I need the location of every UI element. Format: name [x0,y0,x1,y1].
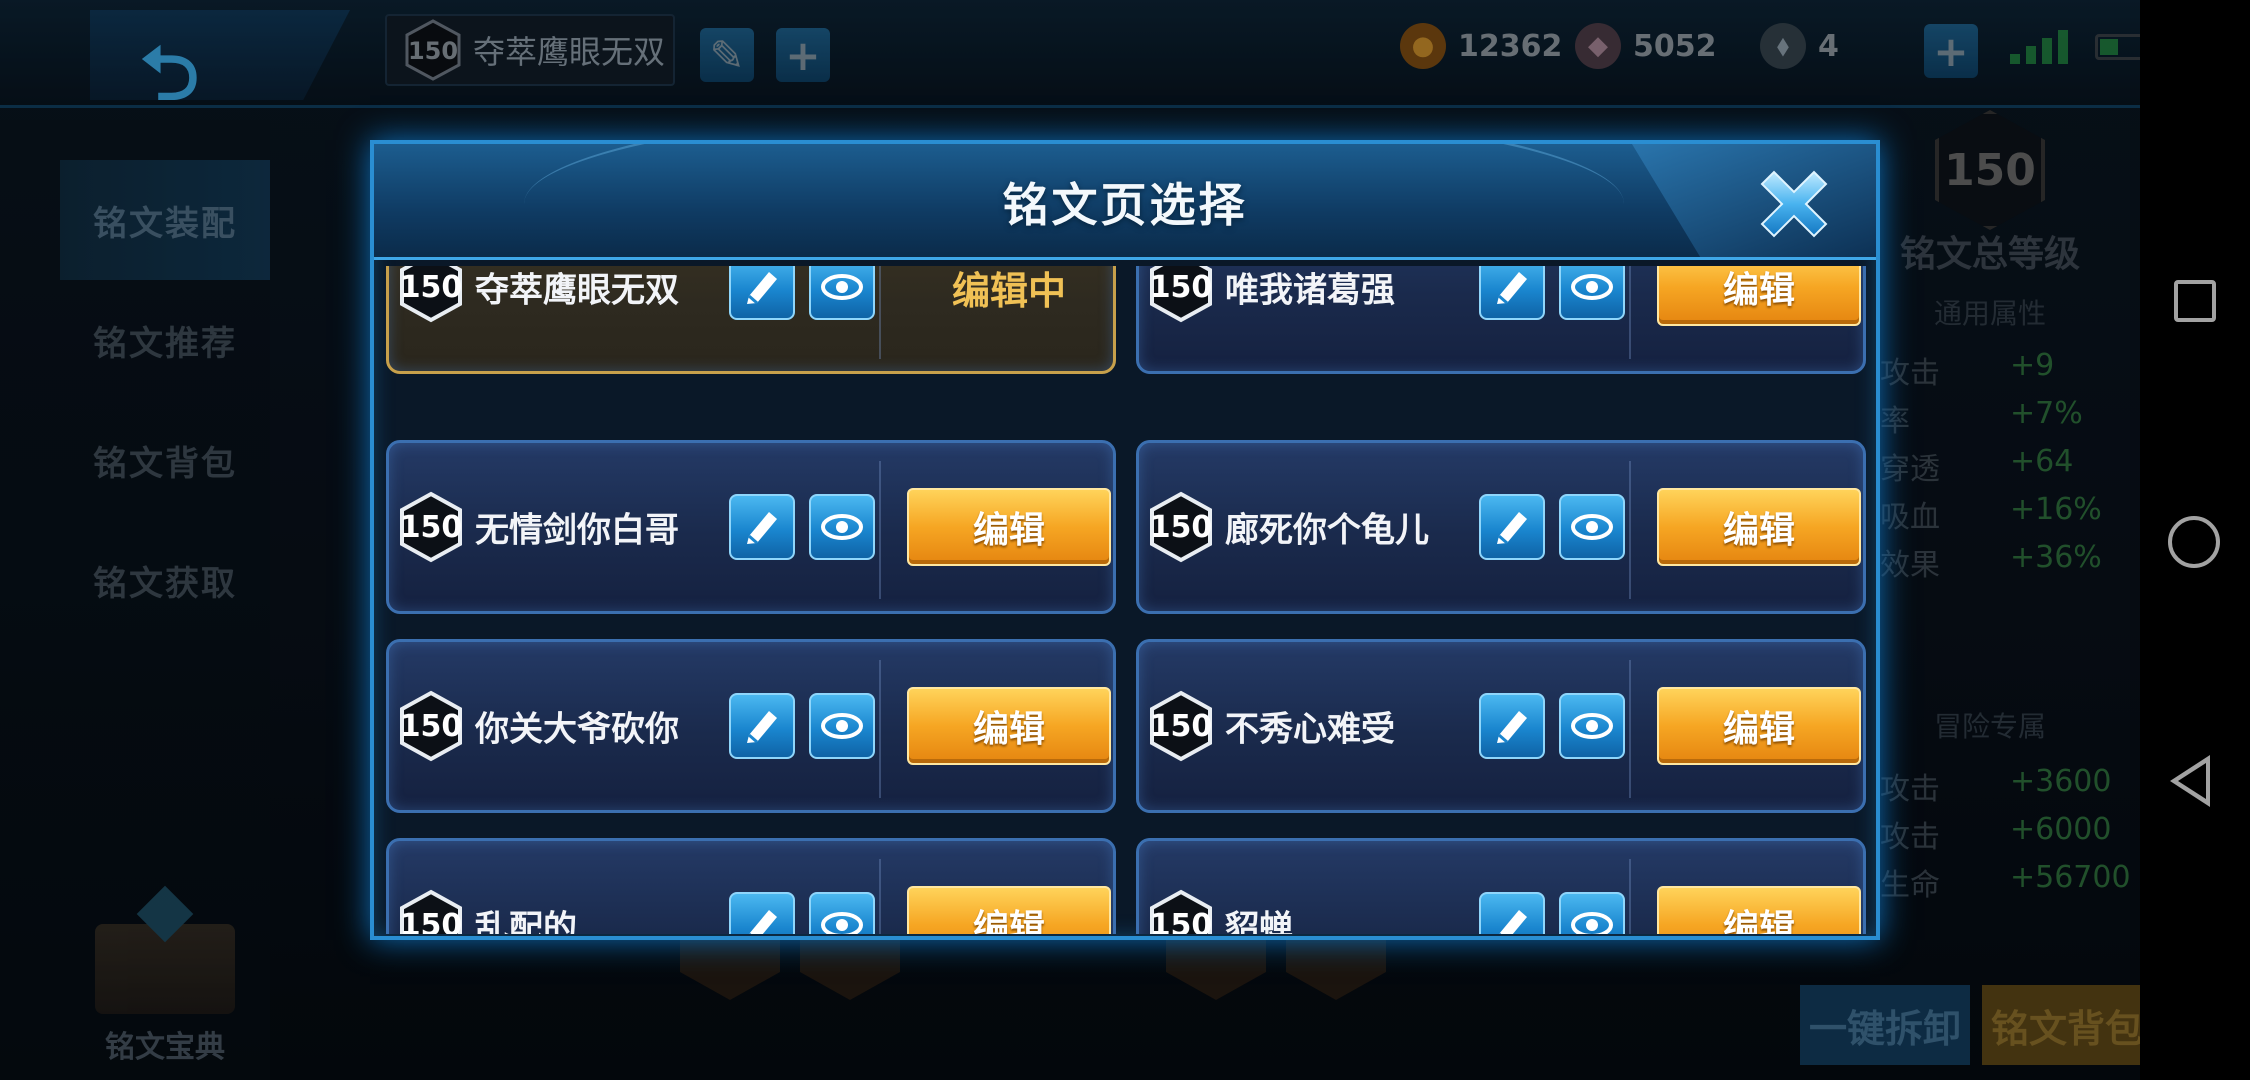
rune-page-name: 貂蝉 [1225,908,1293,935]
level-hex-icon: 150 [1149,491,1213,563]
eye-icon [821,514,863,540]
level-hex-icon: 150 [1149,690,1213,762]
pencil-icon [1497,711,1527,744]
eye-icon [821,274,863,300]
eye-icon [1571,274,1613,300]
rune-page-card[interactable]: 150 你关大爷砍你 编辑 [386,639,1116,813]
edit-button[interactable]: 编辑 [1657,488,1861,566]
rune-page-name: 乱配的 [475,908,577,935]
rune-page-name: 无情剑你白哥 [475,510,679,551]
preview-button[interactable] [1559,266,1625,320]
rune-page-name: 夺萃鹰眼无双 [475,270,679,311]
eye-icon [821,912,863,934]
pencil-icon [1497,272,1527,305]
level-hex-icon: 150 [399,491,463,563]
edit-button[interactable]: 编辑 [907,687,1111,765]
rune-page-card[interactable]: 150 无情剑你白哥 编辑 [386,440,1116,614]
level-hex-icon: 150 [1149,266,1213,323]
rename-button[interactable] [729,693,795,759]
rename-button[interactable] [1479,693,1545,759]
close-button[interactable] [1744,154,1844,254]
rune-page-name: 你关大爷砍你 [475,709,679,750]
rename-button[interactable] [1479,494,1545,560]
rename-button[interactable] [729,494,795,560]
rename-button[interactable] [729,266,795,320]
preview-button[interactable] [809,892,875,934]
edit-button[interactable]: 编辑 [907,886,1111,934]
editing-status: 编辑中 [951,268,1066,313]
rune-page-name: 廊死你个龟儿 [1225,510,1429,551]
pencil-icon [1497,512,1527,545]
level-hex-icon: 150 [399,266,463,323]
preview-button[interactable] [809,266,875,320]
close-icon [1760,170,1828,238]
preview-button[interactable] [1559,494,1625,560]
level-hex-icon: 150 [399,889,463,934]
rune-page-card[interactable]: 150 乱配的 编辑 [386,838,1116,934]
eye-icon [1571,514,1613,540]
rune-page-card[interactable]: 150 唯我诸葛强 编辑 [1136,266,1866,374]
rune-page-list: 150 夺萃鹰眼无双 编辑中 150 唯我诸葛强 编辑 150 无情剑你白哥 编… [386,266,1866,934]
preview-button[interactable] [809,693,875,759]
level-hex-icon: 150 [1149,889,1213,934]
pencil-icon [747,512,777,545]
rename-button[interactable] [1479,892,1545,934]
dialog-title: 铭文页选择 [1002,178,1248,232]
preview-button[interactable] [1559,892,1625,934]
rune-page-card[interactable]: 150 夺萃鹰眼无双 编辑中 [386,266,1116,374]
pencil-icon [749,910,777,934]
rune-page-card[interactable]: 150 貂蝉 编辑 [1136,838,1866,934]
eye-icon [1571,713,1613,739]
rune-page-card[interactable]: 150 廊死你个龟儿 编辑 [1136,440,1866,614]
preview-button[interactable] [809,494,875,560]
level-hex-icon: 150 [399,690,463,762]
eye-icon [821,713,863,739]
rename-button[interactable] [729,892,795,934]
edit-button[interactable]: 编辑 [1657,886,1861,934]
rune-page-card[interactable]: 150 不秀心难受 编辑 [1136,639,1866,813]
pencil-icon [747,711,777,744]
edit-button[interactable]: 编辑 [907,488,1111,566]
pencil-icon [1499,910,1527,934]
edit-button[interactable]: 编辑 [1657,266,1861,326]
rune-page-name: 唯我诸葛强 [1225,270,1395,311]
rename-button[interactable] [1479,266,1545,320]
pencil-icon [747,272,777,305]
preview-button[interactable] [1559,693,1625,759]
rune-page-select-dialog: 铭文页选择 150 夺萃鹰眼无双 编辑中 150 唯我诸葛强 编辑 150 无情… [370,140,1880,940]
edit-button[interactable]: 编辑 [1657,687,1861,765]
rune-page-name: 不秀心难受 [1225,709,1395,750]
eye-icon [1571,912,1613,934]
